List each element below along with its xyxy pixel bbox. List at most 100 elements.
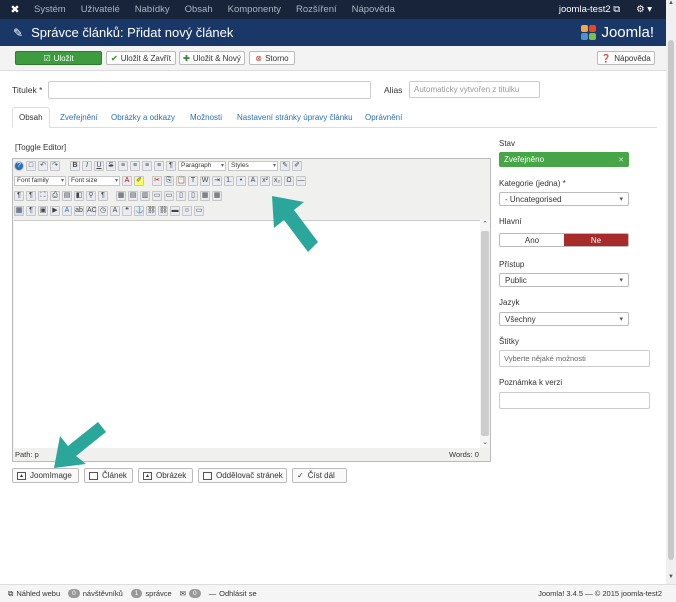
nonbreaking-icon[interactable]: ▬ [170, 206, 180, 216]
text-color-icon[interactable]: A [122, 176, 132, 186]
editor-scroll-thumb[interactable] [481, 231, 489, 436]
scroll-up-icon[interactable]: ⌃ [480, 220, 490, 230]
undo-icon[interactable]: ↶ [38, 161, 48, 171]
menu-menus[interactable]: Nabídky [135, 4, 170, 15]
menu-content[interactable]: Obsah [185, 4, 213, 15]
clear-format-icon[interactable]: ✎ [280, 161, 290, 171]
save-new-button[interactable]: ✚ Uložit & Nový [179, 51, 245, 65]
editor-content-area[interactable] [14, 220, 480, 448]
new-document-icon[interactable]: □ [26, 161, 36, 171]
cell-props-icon[interactable]: ▥ [140, 191, 150, 201]
styles-select[interactable]: Styles [228, 161, 278, 171]
cut-icon[interactable]: ✂ [152, 176, 162, 186]
emotions-icon[interactable]: ☺ [182, 206, 192, 216]
logout-link[interactable]: — Odhlásit se [209, 589, 257, 598]
visual-aid-icon[interactable]: ▦ [14, 206, 24, 216]
numbered-list-icon[interactable]: 1. [224, 176, 234, 186]
font-family-select[interactable]: Font family [14, 176, 66, 186]
joomla-help-icon[interactable]: ? [14, 161, 24, 171]
indent-para-icon[interactable]: ¶ [26, 191, 36, 201]
font-size-select[interactable]: Font size [68, 176, 120, 186]
featured-yes-button[interactable]: Ano [500, 234, 564, 246]
title-input[interactable] [48, 81, 371, 99]
paste-word-icon[interactable]: W [200, 176, 210, 186]
joomimage-button[interactable]: ▲ JoomImage [12, 468, 79, 483]
joomla-mini-icon[interactable]: ✖ [8, 3, 22, 17]
delete-row-icon[interactable]: ▭ [164, 191, 174, 201]
paste-icon[interactable]: 📋 [176, 176, 186, 186]
tab-edit-screen[interactable]: Nastavení stránky úpravy článku [231, 107, 359, 128]
subscript-icon[interactable]: x₂ [272, 176, 282, 186]
save-close-button[interactable]: ✔ Uložit & Zavřít [106, 51, 176, 65]
editor-scrollbar[interactable]: ⌃ ⌄ [480, 220, 490, 448]
menu-users[interactable]: Uživatelé [81, 4, 120, 15]
paragraph-format-icon[interactable]: ¶ [166, 161, 176, 171]
menu-help[interactable]: Nápověda [352, 4, 395, 15]
paste-text-icon[interactable]: T [188, 176, 198, 186]
horizontal-rule-icon[interactable]: — [296, 176, 306, 186]
source-icon[interactable]: ◧ [74, 191, 84, 201]
page-scroll-down-icon[interactable]: ▼ [666, 574, 676, 584]
tab-content[interactable]: Obsah [12, 107, 50, 128]
tab-options[interactable]: Možnosti [184, 107, 228, 128]
insert-col-icon[interactable]: ▯ [176, 191, 186, 201]
article-button[interactable]: Článek [84, 468, 133, 483]
page-scroll-up-icon[interactable]: ▲ [666, 0, 676, 10]
highlight-icon[interactable]: ✐ [134, 176, 144, 186]
link-icon[interactable]: ⛓ [146, 206, 156, 216]
align-justify-icon[interactable]: ≡ [154, 161, 164, 171]
image-button[interactable]: ▲ Obrázek [138, 468, 193, 483]
special-char-icon[interactable]: Ω [284, 176, 294, 186]
superscript-icon[interactable]: x² [260, 176, 270, 186]
align-left-icon[interactable]: ≡ [118, 161, 128, 171]
bullet-list-icon[interactable]: • [236, 176, 246, 186]
messages-status[interactable]: ✉ 0 [180, 589, 201, 598]
delete-col-icon[interactable]: ▯ [188, 191, 198, 201]
format-select[interactable]: Paragraph [178, 161, 226, 171]
tags-input[interactable]: Vyberte nějaké možnosti [499, 350, 650, 367]
table-icon[interactable]: ▦ [116, 191, 126, 201]
underline-icon[interactable]: U [94, 161, 104, 171]
abbr-icon[interactable]: ab [74, 206, 84, 216]
ltr-icon[interactable]: ¶ [98, 191, 108, 201]
outdent-icon[interactable]: ¶ [14, 191, 24, 201]
version-note-input[interactable] [499, 392, 650, 409]
scroll-down-icon[interactable]: ⌄ [480, 438, 490, 448]
user-gear-menu[interactable]: ⚙ ▾ [636, 4, 652, 15]
unlink-icon[interactable]: ⛓ [158, 206, 168, 216]
search-replace-icon[interactable]: ⚲ [86, 191, 96, 201]
print-icon[interactable]: ⎙ [50, 191, 60, 201]
insert-media-icon[interactable]: ▶ [50, 206, 60, 216]
merge-cells-icon[interactable]: ▦ [212, 191, 222, 201]
indent-icon[interactable]: ⇥ [212, 176, 222, 186]
template-icon[interactable]: ▭ [194, 206, 204, 216]
insert-image-icon[interactable]: ▣ [38, 206, 48, 216]
strikethrough-icon[interactable]: S [106, 161, 116, 171]
state-select[interactable]: Zveřejněno ✕ [499, 152, 629, 167]
tab-permissions[interactable]: Oprávnění [359, 107, 408, 128]
fullscreen-icon[interactable]: ⛶ [38, 191, 48, 201]
category-select[interactable]: - Uncategorised [499, 192, 629, 206]
citation-icon[interactable]: ❝ [122, 206, 132, 216]
acronym-icon[interactable]: AC [86, 206, 97, 216]
cancel-button[interactable]: ⊗ Storno [249, 51, 295, 65]
italic-icon[interactable]: I [82, 161, 92, 171]
font-size-toggle-icon[interactable]: A [248, 176, 258, 186]
featured-no-button[interactable]: Ne [564, 234, 628, 246]
preview-icon[interactable]: ▤ [62, 191, 72, 201]
menu-system[interactable]: Systém [34, 4, 66, 15]
insert-row-icon[interactable]: ▭ [152, 191, 162, 201]
anchor-icon[interactable]: ⚓ [134, 206, 144, 216]
page-break-button[interactable]: Oddělovač stránek [198, 468, 287, 483]
tab-publishing[interactable]: Zveřejnění [54, 107, 104, 128]
align-center-icon[interactable]: ≡ [130, 161, 140, 171]
help-button[interactable]: ❓ Nápověda [597, 51, 655, 65]
bold-icon[interactable]: B [70, 161, 80, 171]
redo-icon[interactable]: ↷ [50, 161, 60, 171]
split-cells-icon[interactable]: ▦ [200, 191, 210, 201]
menu-components[interactable]: Komponenty [228, 4, 281, 15]
attribs-icon[interactable]: A [110, 206, 120, 216]
row-props-icon[interactable]: ▤ [128, 191, 138, 201]
alias-input[interactable]: Automaticky vytvořen z titulku [409, 81, 540, 98]
align-right-icon[interactable]: ≡ [142, 161, 152, 171]
